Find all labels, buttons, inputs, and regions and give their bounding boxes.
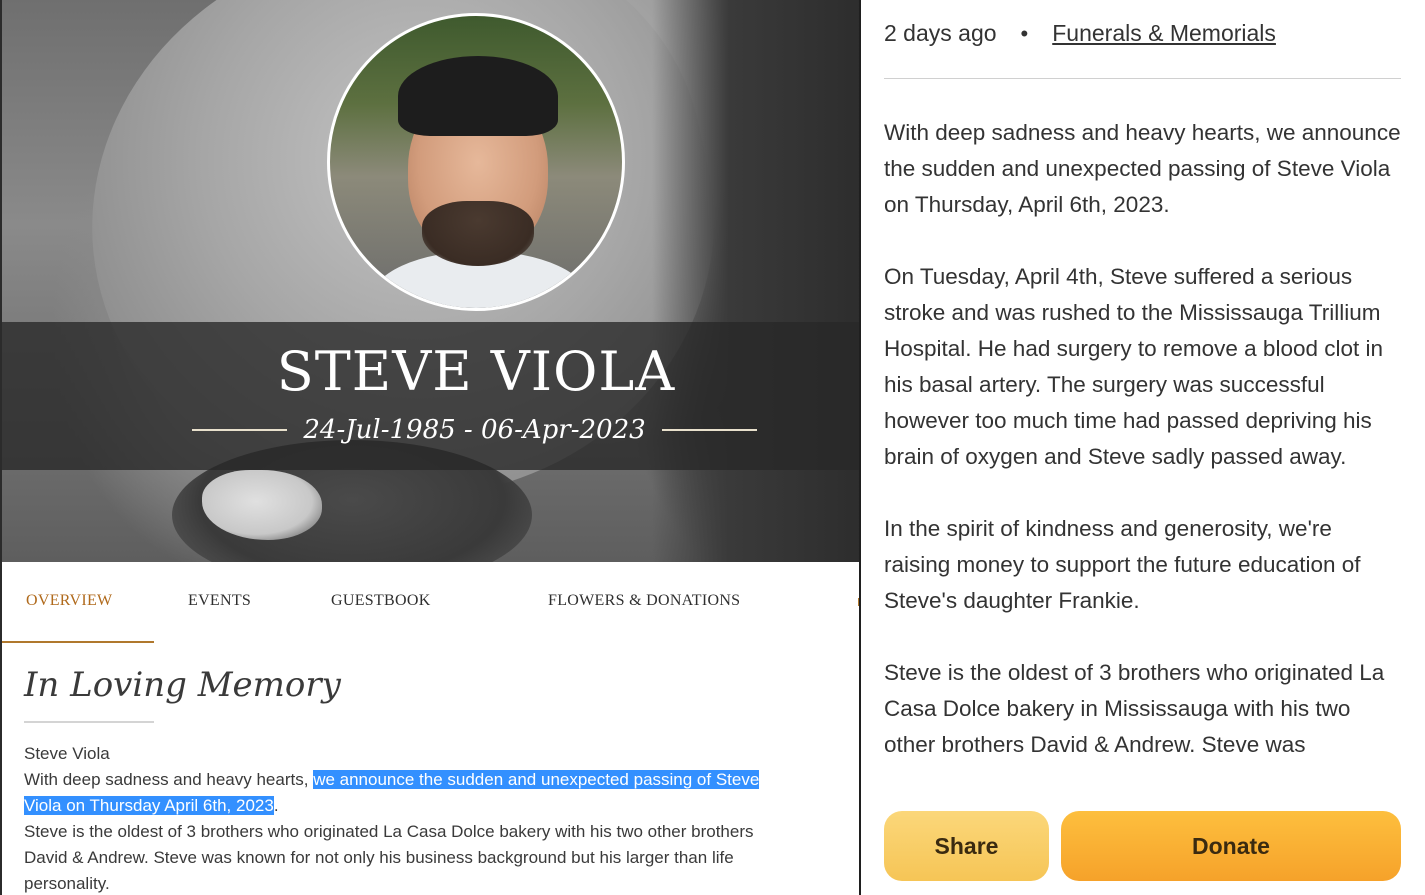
story-paragraph: With deep sadness and heavy hearts, we a…	[884, 120, 1401, 217]
dates-rule-right	[661, 429, 758, 431]
life-dates: 24-Jul-1985 - 06-Apr-2023	[303, 415, 646, 445]
donate-button[interactable]: Donate	[1061, 811, 1401, 881]
obituary-announcement: With deep sadness and heavy hearts, we a…	[24, 767, 784, 819]
announcement-lead: With deep sadness and heavy hearts,	[24, 770, 314, 789]
obituary-family-paragraph: Steve is the oldest of 3 brothers who or…	[24, 822, 754, 893]
story-paragraph: Steve is the oldest of 3 brothers who or…	[884, 660, 1385, 757]
fundraiser-story: With deep sadness and heavy hearts, we a…	[884, 115, 1404, 799]
category-link[interactable]: Funerals & Memorials	[1052, 20, 1276, 47]
profile-photo-beard	[422, 201, 534, 266]
posted-time: 2 days ago	[884, 20, 997, 46]
hero-photo-hood	[652, 0, 860, 562]
tab-events[interactable]: EVENTS	[188, 592, 251, 610]
memory-divider	[24, 721, 154, 723]
obituary-text: Steve Viola With deep sadness and heavy …	[24, 741, 784, 895]
active-tab-underline	[2, 641, 154, 643]
share-button[interactable]: Share	[884, 811, 1049, 881]
fundraiser-meta: 2 days ago • Funerals & Memorials	[884, 20, 1276, 47]
announcement-end: .	[273, 796, 279, 815]
memorial-tabs: OVERVIEW EVENTS GUESTBOOK FLOWERS & DONA…	[2, 562, 860, 644]
life-dates-row: 24-Jul-1985 - 06-Apr-2023	[192, 410, 758, 450]
profile-photo-cap	[398, 56, 558, 136]
tab-flowers-donations[interactable]: FLOWERS & DONATIONS	[548, 592, 740, 610]
profile-photo	[327, 13, 625, 311]
meta-divider	[884, 78, 1401, 79]
story-paragraph: In the spirit of kindness and generosity…	[884, 516, 1361, 613]
tab-overview[interactable]: OVERVIEW	[26, 592, 112, 610]
memory-heading: In Loving Memory	[24, 665, 341, 705]
meta-separator: •	[1020, 20, 1029, 46]
story-paragraph: On Tuesday, April 4th, Steve suffered a …	[884, 264, 1384, 469]
hero-banner: STEVE VIOLA 24-Jul-1985 - 06-Apr-2023	[2, 0, 860, 562]
tab-guestbook[interactable]: GUESTBOOK	[331, 592, 431, 610]
deceased-name: STEVE VIOLA	[276, 340, 676, 403]
dates-rule-left	[192, 429, 288, 431]
memorial-panel: STEVE VIOLA 24-Jul-1985 - 06-Apr-2023 OV…	[0, 0, 860, 895]
fundraiser-panel: 2 days ago • Funerals & Memorials With d…	[861, 0, 1425, 895]
obituary-name-line: Steve Viola	[24, 744, 110, 763]
action-bar: Share Donate	[861, 783, 1425, 895]
